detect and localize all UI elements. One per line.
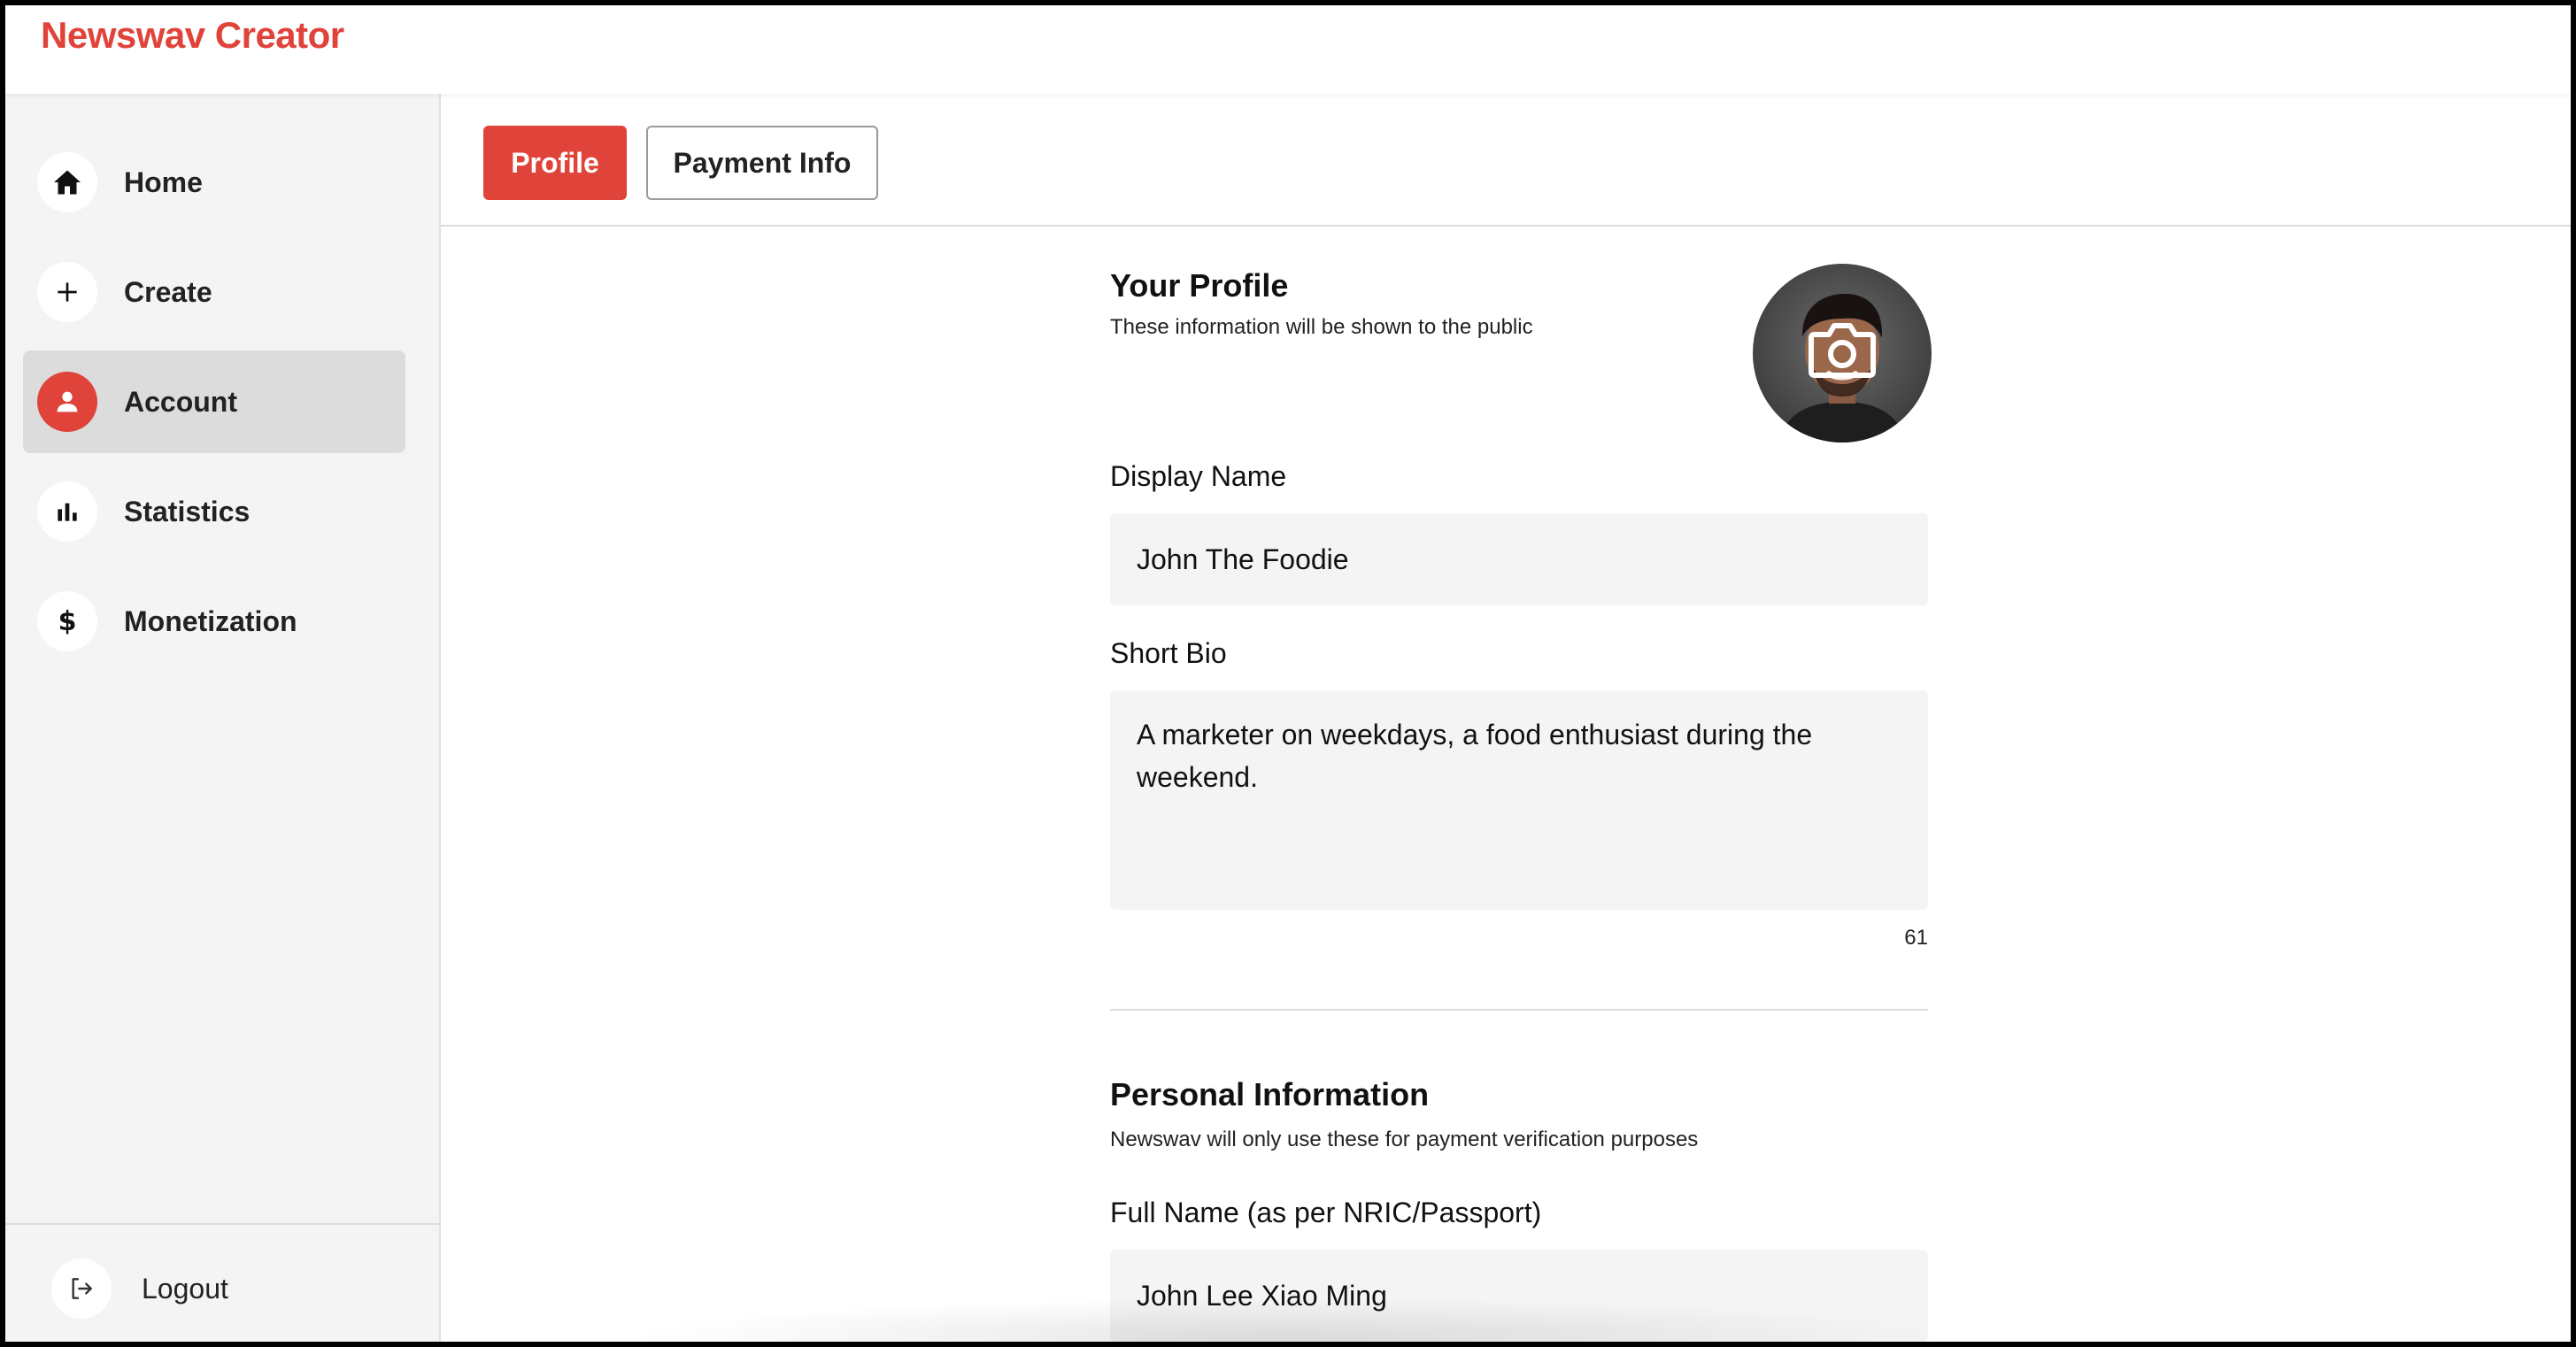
bio-char-count: 61: [1904, 926, 1928, 950]
tab-payment-info[interactable]: Payment Info: [646, 126, 878, 200]
sidebar: Home Create Account Statistics $ Monetiz…: [5, 94, 441, 1342]
sidebar-item-account[interactable]: Account: [23, 350, 405, 453]
avatar-upload[interactable]: [1753, 264, 1932, 443]
sidebar-divider: [5, 1223, 439, 1225]
section-title-profile: Your Profile: [1110, 267, 1289, 304]
logout-label: Logout: [142, 1272, 228, 1305]
user-icon: [37, 372, 97, 432]
bar-chart-icon: [37, 481, 97, 542]
section-divider: [1110, 1009, 1928, 1011]
logout-icon: [51, 1258, 112, 1319]
top-bar: Newswav Creator: [5, 5, 2571, 94]
sidebar-item-label: Account: [124, 385, 237, 418]
sidebar-item-home[interactable]: Home: [23, 131, 405, 234]
sidebar-item-label: Statistics: [124, 495, 251, 527]
logout-button[interactable]: Logout: [51, 1253, 228, 1324]
section-title-personal: Personal Information: [1110, 1076, 1430, 1112]
short-bio-label: Short Bio: [1110, 637, 1227, 669]
full-name-label: Full Name (as per NRIC/Passport): [1110, 1197, 1542, 1228]
home-icon: [37, 152, 97, 212]
sidebar-item-monetization[interactable]: $ Monetization: [23, 570, 405, 673]
camera-icon: [1809, 323, 1876, 378]
full-name-input[interactable]: John Lee Xiao Ming: [1110, 1250, 1928, 1342]
brand-logo[interactable]: Newswav Creator: [41, 14, 344, 57]
display-name-label: Display Name: [1110, 460, 1287, 492]
section-subtitle-personal: Newswav will only use these for payment …: [1110, 1128, 1699, 1151]
sidebar-item-create[interactable]: Create: [23, 241, 405, 343]
dollar-icon: $: [37, 591, 97, 651]
section-subtitle-profile: These information will be shown to the p…: [1110, 315, 1533, 339]
sidebar-item-label: Create: [124, 275, 212, 308]
sidebar-item-statistics[interactable]: Statistics: [23, 460, 405, 563]
display-name-input[interactable]: John The Foodie: [1110, 513, 1928, 605]
short-bio-textarea[interactable]: A marketer on weekdays, a food enthusias…: [1110, 690, 1928, 910]
app-window: Newswav Creator Home Create Account Stat…: [5, 5, 2571, 1342]
tab-profile[interactable]: Profile: [483, 126, 627, 200]
sidebar-item-label: Home: [124, 165, 203, 198]
tab-bar: Profile Payment Info: [441, 94, 2571, 227]
plus-icon: [37, 262, 97, 322]
sidebar-item-label: Monetization: [124, 604, 297, 637]
